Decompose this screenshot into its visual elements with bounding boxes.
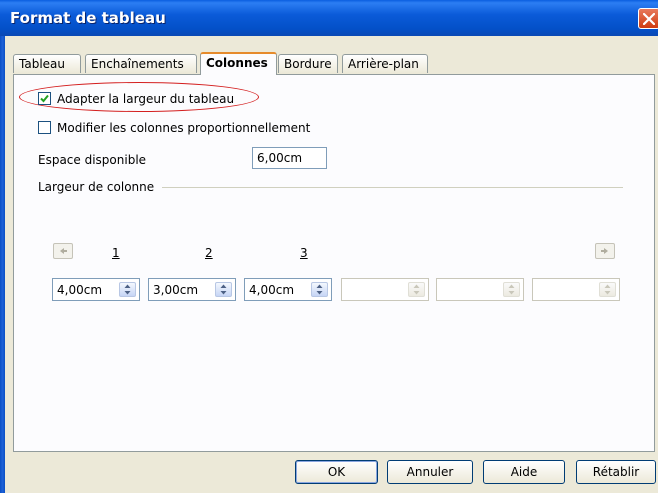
tab-label: Colonnes (206, 56, 268, 70)
column-number-3: 3 (300, 246, 308, 260)
column-width-value-3: 4,00cm (249, 283, 295, 297)
column-width-field-4 (341, 278, 429, 301)
format-table-dialog: Format de tableau Tableau Enchaînements … (0, 0, 658, 493)
spin-up-down-icon (220, 284, 227, 295)
spin-button (503, 282, 520, 297)
cancel-button-label: Annuler (406, 465, 454, 479)
column-width-field-6 (532, 278, 620, 301)
adapt-width-label[interactable]: Adapter la largeur du tableau (57, 92, 234, 106)
spin-button (408, 282, 425, 297)
tab-arriere-plan[interactable]: Arrière-plan (342, 54, 428, 73)
checkmark-icon (40, 94, 49, 103)
reset-button-label: Rétablir (592, 465, 640, 479)
column-width-field-1[interactable]: 4,00cm (52, 278, 140, 301)
arrow-left-icon (60, 248, 67, 254)
available-space-value: 6,00cm (257, 151, 303, 165)
tab-enchainements[interactable]: Enchaînements (85, 54, 197, 73)
close-icon (643, 13, 655, 25)
available-space-field[interactable]: 6,00cm (252, 147, 327, 169)
spin-up-down-icon (604, 284, 611, 295)
spin-button[interactable] (311, 282, 328, 297)
columns-right-button[interactable] (595, 243, 615, 259)
column-width-field-5 (436, 278, 524, 301)
spin-button (599, 282, 616, 297)
available-space-label: Espace disponible (38, 153, 147, 167)
column-width-group-label: Largeur de colonne (38, 180, 155, 194)
column-width-field-2[interactable]: 3,00cm (148, 278, 236, 301)
tab-bordure[interactable]: Bordure (278, 54, 338, 73)
column-number-2: 2 (205, 246, 213, 260)
spin-button[interactable] (119, 282, 136, 297)
tab-label: Arrière-plan (348, 57, 419, 71)
tab-label: Enchaînements (91, 57, 184, 71)
dialog-title: Format de tableau (10, 9, 166, 27)
spin-up-down-icon (316, 284, 323, 295)
dialog-body: Tableau Enchaînements Colonnes Bordure A… (5, 36, 658, 493)
tab-tableau[interactable]: Tableau (13, 54, 81, 73)
columns-left-button[interactable] (53, 243, 73, 259)
adapt-width-checkbox[interactable] (38, 92, 51, 105)
help-button[interactable]: Aide (483, 460, 565, 484)
group-divider (162, 187, 623, 188)
close-button[interactable] (638, 8, 658, 29)
reset-button[interactable]: Rétablir (576, 460, 656, 484)
spin-up-down-icon (413, 284, 420, 295)
proportional-checkbox[interactable] (38, 121, 51, 134)
ok-button[interactable]: OK (295, 460, 378, 484)
cancel-button[interactable]: Annuler (387, 460, 473, 484)
column-width-value-1: 4,00cm (57, 283, 103, 297)
tab-label: Bordure (284, 57, 332, 71)
spin-up-down-icon (508, 284, 515, 295)
title-bar[interactable]: Format de tableau (0, 0, 658, 36)
spin-up-down-icon (124, 284, 131, 295)
arrow-right-icon (601, 248, 608, 254)
spin-button[interactable] (215, 282, 232, 297)
help-button-label: Aide (510, 465, 538, 479)
column-width-value-2: 3,00cm (153, 283, 199, 297)
proportional-label[interactable]: Modifier les colonnes proportionnellemen… (57, 121, 310, 135)
ok-button-label: OK (327, 465, 346, 479)
tab-colonnes[interactable]: Colonnes (200, 52, 277, 75)
column-number-1: 1 (112, 246, 120, 260)
column-width-field-3[interactable]: 4,00cm (244, 278, 332, 301)
tab-label: Tableau (19, 57, 65, 71)
